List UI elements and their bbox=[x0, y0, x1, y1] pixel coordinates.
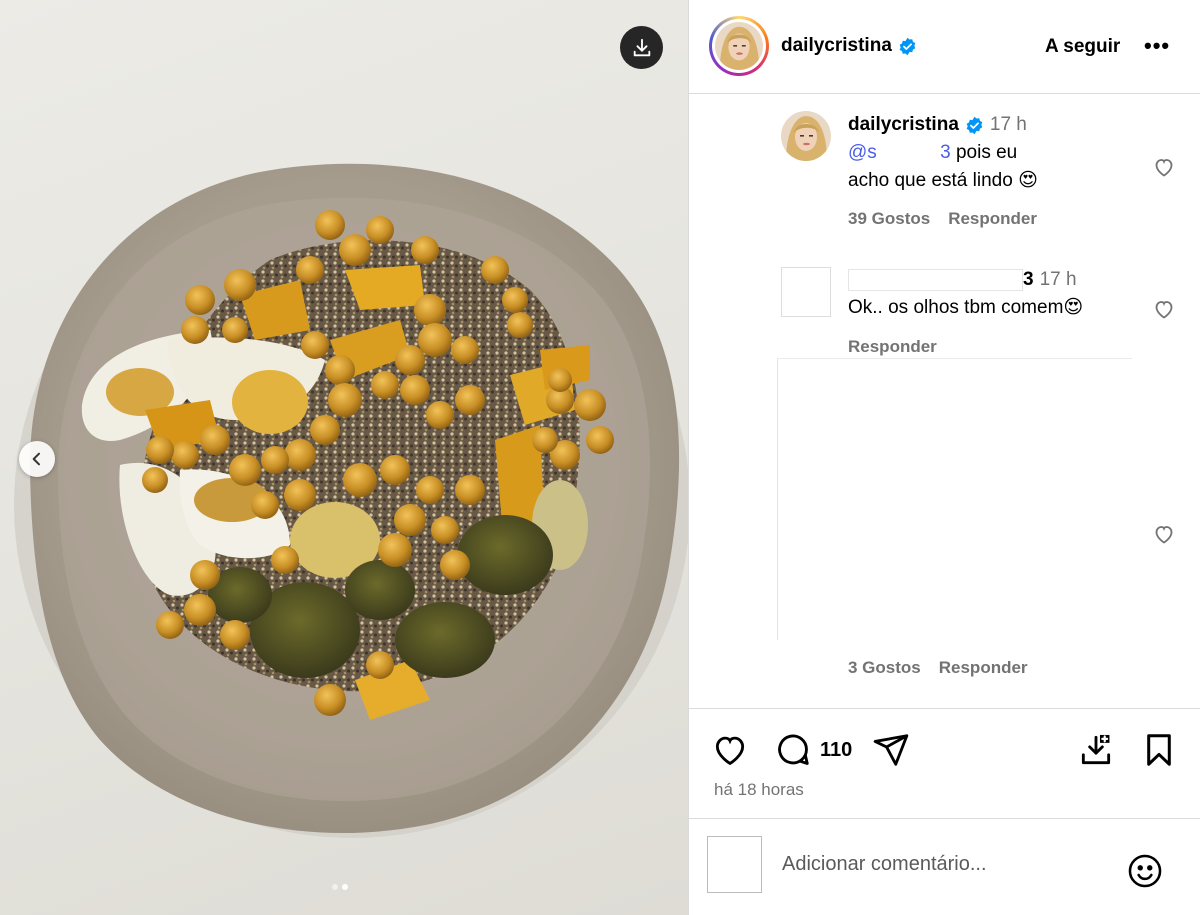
previous-slide-button[interactable] bbox=[19, 441, 55, 477]
emoji-icon[interactable] bbox=[1126, 852, 1164, 890]
verified-badge-icon bbox=[966, 116, 983, 134]
author-username[interactable]: dailycristina bbox=[781, 35, 917, 57]
comment-text: Ok.. os olhos tbm comem😍 bbox=[848, 297, 1084, 318]
carousel-indicator bbox=[332, 884, 348, 890]
paper-plane-icon[interactable] bbox=[872, 731, 910, 769]
comment-meta: 3 Gostos Responder bbox=[848, 658, 1028, 678]
carousel-dot-active bbox=[342, 884, 348, 890]
following-button[interactable]: A seguir bbox=[1045, 36, 1120, 58]
comment-composer bbox=[689, 818, 1200, 915]
post-sidebar: dailycristina A seguir ••• dailycristina bbox=[688, 0, 1200, 915]
comment-text: @s 3 pois eu acho que está lindo 😍 bbox=[848, 139, 1128, 195]
comment-time: 17 h bbox=[1039, 269, 1077, 290]
comment-meta: Responder bbox=[848, 337, 937, 357]
comment-mention[interactable]: @s 3 bbox=[848, 142, 951, 163]
comment-like-icon[interactable] bbox=[1152, 522, 1176, 546]
carousel-dot bbox=[332, 884, 338, 890]
comment-input[interactable] bbox=[782, 853, 1112, 876]
heart-icon[interactable] bbox=[711, 731, 749, 769]
comment-text-part2: acho que está lindo 😍 bbox=[848, 170, 1038, 191]
download-icon bbox=[633, 38, 650, 56]
bookmark-icon[interactable] bbox=[1140, 731, 1178, 769]
author-avatar-image bbox=[715, 22, 763, 70]
post-media bbox=[0, 0, 688, 915]
food-plate-photo bbox=[14, 163, 688, 838]
comment-text-part1: pois eu bbox=[950, 142, 1018, 163]
comment-likes[interactable]: 39 Gostos bbox=[848, 209, 930, 229]
comment-like-icon[interactable] bbox=[1152, 155, 1176, 179]
comment-icon[interactable] bbox=[774, 731, 812, 769]
reply-button[interactable]: Responder bbox=[948, 209, 1037, 229]
comment-username-text: dailycristina bbox=[848, 114, 959, 135]
comment-username[interactable]: 3 17 h bbox=[848, 269, 1077, 291]
reply-button[interactable]: Responder bbox=[848, 337, 937, 357]
comment-likes[interactable]: 3 Gostos bbox=[848, 658, 921, 678]
redacted-comment bbox=[777, 358, 1132, 640]
post-timestamp: há 18 horas bbox=[714, 780, 804, 799]
commenter-avatar[interactable] bbox=[781, 111, 831, 161]
commenter-avatar[interactable] bbox=[781, 267, 831, 317]
post-header: dailycristina A seguir ••• bbox=[689, 0, 1200, 94]
reply-button[interactable]: Responder bbox=[939, 658, 1028, 678]
current-user-avatar bbox=[707, 836, 762, 893]
save-download-icon[interactable] bbox=[1077, 731, 1115, 769]
author-username-text: dailycristina bbox=[781, 35, 892, 56]
verified-badge-icon bbox=[899, 37, 916, 55]
comment-meta: 39 Gostos Responder bbox=[848, 209, 1037, 229]
post-actions: 110 há 18 horas bbox=[689, 708, 1200, 818]
comment-username-suffix: 3 bbox=[1023, 269, 1034, 290]
author-avatar[interactable] bbox=[709, 16, 769, 76]
download-button[interactable] bbox=[620, 26, 663, 69]
comment-count: 110 bbox=[820, 739, 853, 761]
redacted-username bbox=[848, 269, 1023, 291]
comment-time: 17 h bbox=[989, 114, 1027, 135]
comment-like-icon[interactable] bbox=[1152, 297, 1176, 321]
chevron-left-icon bbox=[32, 452, 40, 466]
more-options-button[interactable]: ••• bbox=[1144, 33, 1170, 59]
comment-username[interactable]: dailycristina 17 h bbox=[848, 114, 1027, 136]
comments-list: dailycristina 17 h @s 3 pois eu acho que… bbox=[689, 95, 1200, 708]
